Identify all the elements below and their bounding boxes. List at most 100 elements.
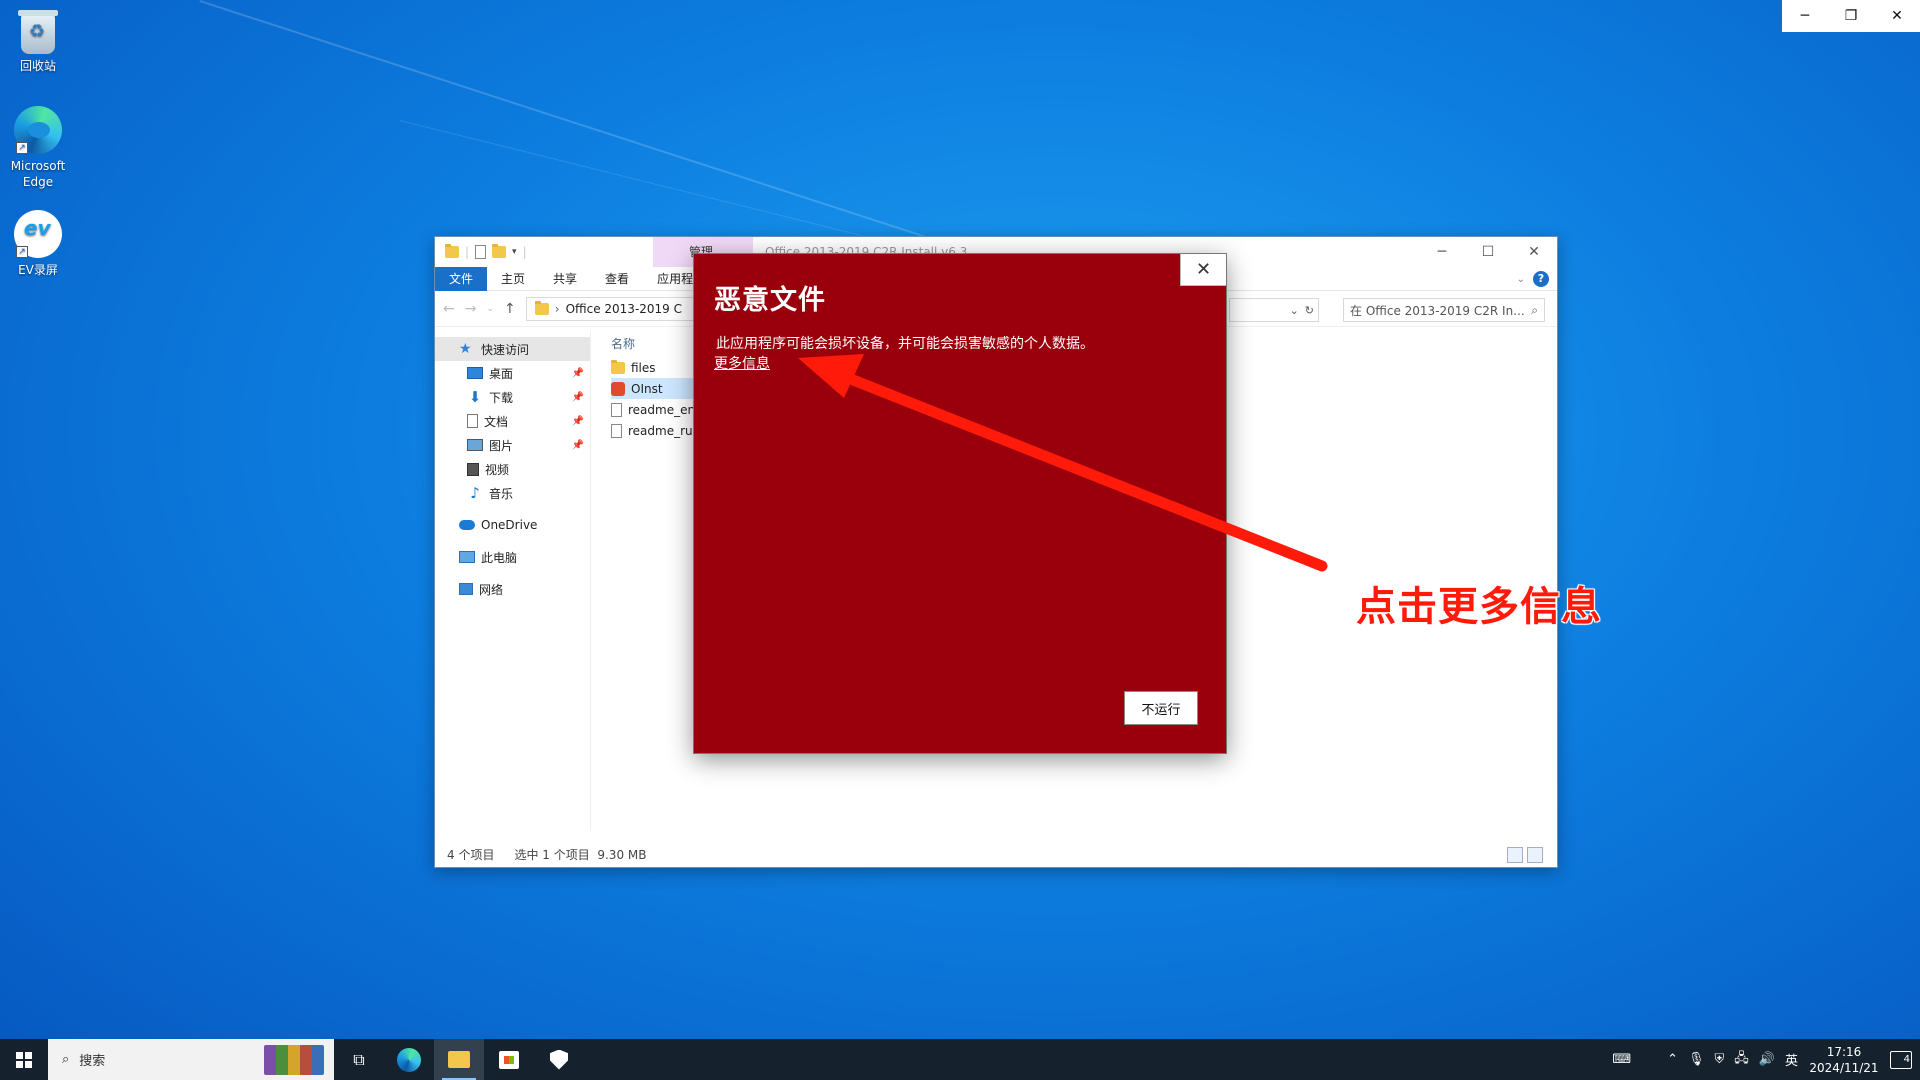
- dialog-close-button[interactable]: ✕: [1180, 254, 1226, 286]
- taskbar-file-explorer[interactable]: [434, 1039, 484, 1080]
- task-view-button[interactable]: ⧉: [334, 1039, 384, 1080]
- system-tray: ⌨ ⌃ 🎙 ⛨ 🖧 🔊 英 17:16 2024/11/21 4: [1612, 1039, 1920, 1080]
- navigation-pane: ★ 快速访问 桌面 📌 ⬇ 下载 📌 文档 📌 图片 📌 视频 ♪ 音乐 OneDrive 此…: [435, 331, 591, 831]
- properties-icon[interactable]: [475, 245, 487, 259]
- file-name: readme_ru: [628, 423, 693, 438]
- file-name: OInst: [631, 381, 663, 396]
- tab-view[interactable]: 查看: [591, 267, 643, 291]
- document-icon: [467, 414, 478, 428]
- nav-item-downloads[interactable]: ⬇ 下载 📌: [435, 385, 590, 409]
- file-name: files: [631, 360, 656, 375]
- customize-dropdown-icon[interactable]: ▾: [512, 247, 517, 257]
- close-icon[interactable]: ✕: [1511, 237, 1557, 267]
- video-icon: [467, 462, 479, 476]
- desktop-icon-recycle-bin[interactable]: 回收站: [4, 8, 72, 74]
- desktop-icon-ev-recorder[interactable]: ↗ EV录屏: [4, 210, 72, 278]
- nav-item-pictures[interactable]: 图片 📌: [435, 433, 590, 457]
- desktop-icon-label: Microsoft Edge: [10, 159, 66, 189]
- refresh-icon[interactable]: ↻: [1305, 304, 1314, 317]
- star-icon: ★: [459, 341, 472, 357]
- nav-item-this-pc[interactable]: 此电脑: [435, 545, 590, 569]
- chevron-up-icon[interactable]: ⌃: [1667, 1052, 1678, 1067]
- large-icons-view-icon[interactable]: [1527, 847, 1543, 863]
- annotation-text: 点击更多信息: [1356, 584, 1602, 630]
- microphone-icon[interactable]: 🎙: [1688, 1052, 1705, 1067]
- folder-icon[interactable]: [445, 244, 459, 258]
- restore-icon[interactable]: ❐: [1828, 0, 1874, 32]
- store-icon: [499, 1050, 519, 1069]
- nav-item-network[interactable]: 网络: [435, 577, 590, 601]
- start-button[interactable]: [0, 1039, 48, 1080]
- taskbar-edge[interactable]: [384, 1039, 434, 1080]
- nav-item-label: 音乐: [489, 486, 514, 501]
- malicious-file-dialog: ✕ 恶意文件 此应用程序可能会损坏设备，并可能会损害敏感的个人数据。 更多信息 …: [694, 254, 1226, 753]
- music-icon: ♪: [470, 484, 480, 502]
- nav-item-videos[interactable]: 视频: [435, 457, 590, 481]
- search-input[interactable]: 在 Office 2013-2019 C2R In...: [1350, 302, 1525, 319]
- address-bar-end: ⌄ ↻: [1229, 298, 1319, 322]
- network-icon: [459, 583, 473, 595]
- breadcrumb: Office 2013-2019 C: [565, 301, 683, 316]
- nav-item-music[interactable]: ♪ 音乐: [435, 481, 590, 505]
- item-count: 4 个项目: [447, 847, 495, 862]
- taskbar-store[interactable]: [484, 1039, 534, 1080]
- status-bar: 4 个项目 选中 1 个项目 9.30 MB: [447, 843, 646, 865]
- pin-icon: 📌: [571, 415, 584, 427]
- clock-date: 2024/11/21: [1809, 1060, 1879, 1075]
- minimize-icon[interactable]: ─: [1419, 237, 1465, 267]
- desktop-icon-label: EV录屏: [18, 263, 58, 277]
- tab-home[interactable]: 主页: [487, 267, 539, 291]
- nav-item-documents[interactable]: 文档 📌: [435, 409, 590, 433]
- address-dropdown-icon[interactable]: ⌄: [1290, 304, 1299, 317]
- separator: |: [465, 245, 470, 259]
- nav-item-label: 此电脑: [481, 550, 518, 565]
- taskbar: ⌕ 搜索 ⧉ ⌨ ⌃ 🎙 ⛨ 🖧 🔊 英 17:16 2024/11/21 4: [0, 1039, 1920, 1080]
- volume-icon[interactable]: 🔊: [1759, 1052, 1775, 1067]
- expand-ribbon-icon[interactable]: ⌄: [1517, 274, 1525, 285]
- more-info-link[interactable]: 更多信息: [714, 353, 770, 373]
- folder-icon: [448, 1051, 470, 1068]
- pin-icon: 📌: [571, 367, 584, 379]
- ime-indicator[interactable]: 英: [1785, 1050, 1798, 1069]
- tab-file[interactable]: 文件: [435, 266, 488, 291]
- taskbar-security[interactable]: [534, 1039, 584, 1080]
- ev-recorder-icon: ↗: [14, 210, 62, 258]
- help-icon[interactable]: ?: [1533, 271, 1549, 287]
- nav-item-label: 视频: [485, 462, 510, 477]
- folder-icon: [534, 300, 549, 315]
- nav-item-desktop[interactable]: 桌面 📌: [435, 361, 590, 385]
- close-icon[interactable]: ✕: [1874, 0, 1920, 32]
- details-view-icon[interactable]: [1507, 847, 1523, 863]
- notification-center-button[interactable]: 4: [1890, 1050, 1912, 1069]
- recent-dropdown-icon[interactable]: ⌄: [486, 304, 494, 314]
- up-arrow-icon[interactable]: ↑: [504, 301, 516, 317]
- nav-item-label: 图片: [489, 438, 514, 453]
- minimize-icon[interactable]: ─: [1782, 0, 1828, 32]
- security-tray-icon[interactable]: ⛨: [1715, 1052, 1725, 1067]
- maximize-icon[interactable]: ☐: [1465, 237, 1511, 267]
- breadcrumb-chevron-icon: ›: [554, 301, 560, 316]
- quick-access-toolbar: | ▾ |: [445, 244, 527, 259]
- shield-icon: [550, 1049, 568, 1070]
- nav-item-label: 文档: [484, 414, 509, 429]
- tab-share[interactable]: 共享: [539, 267, 591, 291]
- dont-run-button[interactable]: 不运行: [1124, 691, 1198, 725]
- desktop-icon: [467, 367, 483, 379]
- search-icon: ⌕: [62, 1052, 70, 1067]
- new-folder-icon[interactable]: [492, 244, 507, 258]
- shortcut-arrow-icon: ↗: [16, 246, 28, 258]
- forward-arrow-icon[interactable]: →: [465, 301, 477, 317]
- desktop-icon-edge[interactable]: ↗ Microsoft Edge: [4, 106, 72, 190]
- search-box[interactable]: 在 Office 2013-2019 C2R In... ⌕: [1343, 298, 1545, 322]
- file-name: readme_en: [628, 402, 696, 417]
- edge-icon: [397, 1047, 421, 1072]
- nav-item-quick-access[interactable]: ★ 快速访问: [435, 337, 590, 361]
- keyboard-icon[interactable]: ⌨: [1612, 1052, 1631, 1067]
- ribbon-right: ⌄ ?: [1517, 271, 1549, 287]
- nav-item-onedrive[interactable]: OneDrive: [435, 513, 590, 537]
- taskbar-search[interactable]: ⌕ 搜索: [48, 1039, 334, 1080]
- clock[interactable]: 17:16 2024/11/21: [1808, 1044, 1880, 1076]
- network-icon[interactable]: 🖧: [1734, 1049, 1749, 1071]
- back-arrow-icon[interactable]: ←: [443, 301, 455, 317]
